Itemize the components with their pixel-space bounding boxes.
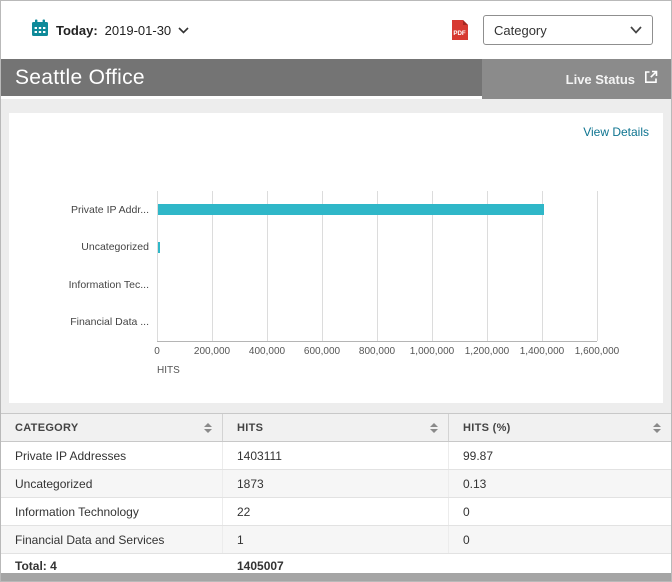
x-tick-label: 1,400,000 [519, 346, 565, 357]
table-row: Uncategorized 1873 0.13 [1, 470, 671, 498]
chevron-down-icon [630, 21, 642, 39]
sort-icon[interactable] [204, 422, 212, 433]
x-tick-label: 1,200,000 [464, 346, 510, 357]
cell-hits: 22 [223, 498, 449, 525]
section-header: Seattle Office Live Status [1, 59, 671, 99]
calendar-icon [31, 19, 49, 42]
column-header-hits[interactable]: HITS (%) [449, 414, 671, 441]
y-axis-label: Uncategorized [81, 241, 149, 254]
x-tick-label: 600,000 [303, 346, 341, 357]
column-header-label: HITS [237, 421, 264, 434]
cell-hits: 1403111 [223, 442, 449, 469]
x-tick-label: 1,600,000 [574, 346, 620, 357]
chart-section: View Details Private IP Addr... Uncategor… [1, 99, 671, 413]
today-label: Today: [56, 22, 98, 38]
dashboard-page: Today: 2019-01-30 PDF Category Seattle O… [0, 0, 672, 582]
chart-card: View Details Private IP Addr... Uncategor… [9, 113, 663, 403]
chart-plot [157, 191, 598, 342]
x-axis-title: HITS [157, 365, 180, 376]
pdf-icon: PDF [452, 19, 468, 40]
category-dropdown-value: Category [494, 22, 547, 38]
table-row: Private IP Addresses 1403111 99.87 [1, 442, 671, 470]
cell-hits: 1 [223, 526, 449, 553]
chart-bar[interactable] [158, 204, 544, 216]
cell-hits-pct: 99.87 [463, 448, 494, 463]
y-axis-label: Private IP Addr... [70, 203, 149, 216]
cell-category: Information Technology [1, 498, 223, 525]
date-value: 2019-01-30 [104, 22, 172, 38]
x-tick-label: 1,000,000 [409, 346, 455, 357]
x-tick-label: 0 [154, 346, 160, 357]
chevron-down-icon [178, 21, 189, 39]
column-header-hits[interactable]: HITS [223, 414, 449, 441]
cell-category: Financial Data and Services [1, 526, 223, 553]
cell-hits-pct: 0 [463, 504, 470, 519]
x-tick-label: 200,000 [193, 346, 231, 357]
sort-icon[interactable] [430, 422, 438, 433]
svg-text:PDF: PDF [453, 30, 466, 37]
external-link-icon [643, 69, 659, 90]
table-row: Financial Data and Services 1 0 [1, 526, 671, 554]
cell-category: Private IP Addresses [1, 442, 223, 469]
live-status-label: Live Status [565, 71, 635, 87]
category-table: CATEGORY HITS HITS (%) Private IP Addresse… [1, 413, 671, 579]
chart: Private IP Addr... Uncategorized Informati… [9, 113, 663, 403]
table-header-row: CATEGORY HITS HITS (%) [1, 413, 671, 442]
cell-hits: 1873 [223, 470, 449, 497]
chart-bar[interactable] [158, 241, 160, 253]
chart-xticks: 0 200,000 400,000 600,000 800,000 1,000,000 1,… [154, 346, 619, 360]
column-header-label: CATEGORY [15, 421, 79, 434]
cell-hits-pct: 0 [463, 532, 470, 547]
table-body: Private IP Addresses 1403111 99.87 Uncatego… [1, 442, 671, 554]
column-header-category[interactable]: CATEGORY [1, 414, 223, 441]
sort-down-arrow [653, 428, 661, 433]
page-title: Seattle Office [15, 65, 145, 89]
y-axis-label: Information Tec... [68, 278, 149, 291]
title-block: Seattle Office [1, 59, 482, 99]
y-axis-label: Financial Data ... [70, 316, 149, 329]
sort-up-arrow [204, 422, 212, 427]
sort-up-arrow [653, 422, 661, 427]
cell-hits-pct: 0.13 [463, 476, 487, 491]
page-footer-strip [1, 573, 671, 581]
table-row: Information Technology 22 0 [1, 498, 671, 526]
top-bar: Today: 2019-01-30 PDF Category [1, 1, 671, 59]
date-picker[interactable]: Today: 2019-01-30 [31, 19, 189, 42]
cell-category: Uncategorized [1, 470, 223, 497]
pdf-export-button[interactable]: PDF [451, 19, 469, 41]
sort-down-arrow [430, 428, 438, 433]
x-tick-label: 800,000 [358, 346, 396, 357]
category-dropdown[interactable]: Category [483, 15, 653, 45]
x-tick-label: 400,000 [248, 346, 286, 357]
live-status-link[interactable]: Live Status [482, 59, 671, 99]
gridline [597, 191, 598, 341]
sort-icon[interactable] [653, 422, 661, 433]
sort-down-arrow [204, 428, 212, 433]
chart-ylabels: Private IP Addr... Uncategorized Informati… [9, 191, 149, 341]
column-header-label: HITS (%) [463, 421, 511, 434]
sort-up-arrow [430, 422, 438, 427]
